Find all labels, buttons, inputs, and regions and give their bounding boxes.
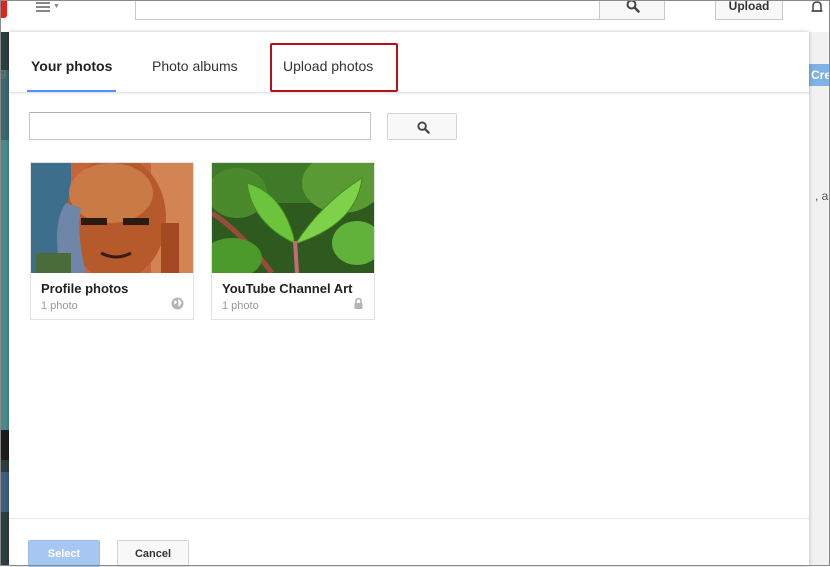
background-left-strip	[0, 32, 9, 566]
background-upload-button[interactable]: Upload	[715, 0, 783, 20]
background-right-text: , an	[815, 189, 830, 203]
search-icon	[417, 121, 430, 134]
globe-icon	[171, 297, 184, 310]
youtube-logo	[0, 0, 7, 18]
background-left-text: g	[0, 67, 7, 79]
photo-search-input[interactable]	[29, 112, 371, 140]
notification-bell-icon[interactable]	[810, 0, 824, 14]
background-masthead: ▼ Upload	[0, 0, 830, 32]
tab-your-photos[interactable]: Your photos	[26, 32, 117, 92]
lock-icon	[354, 297, 363, 309]
album-title: YouTube Channel Art	[222, 281, 353, 296]
photo-picker-dialog: Your photos Photo albums Upload photos P…	[9, 32, 809, 567]
album-photo-count: 1 photo	[41, 300, 78, 312]
cancel-button[interactable]: Cancel	[117, 540, 189, 567]
background-search-button[interactable]	[599, 0, 665, 20]
search-icon	[626, 0, 640, 13]
photo-search-button[interactable]	[387, 113, 457, 140]
tab-photo-albums[interactable]: Photo albums	[152, 32, 238, 92]
background-create-button[interactable]: Cre	[809, 64, 830, 86]
select-button[interactable]: Select	[28, 540, 100, 567]
background-search-input[interactable]	[135, 0, 600, 20]
album-title: Profile photos	[41, 281, 129, 296]
album-thumbnail-youtube-channel-art	[212, 163, 374, 273]
caret-down-icon: ▼	[53, 3, 60, 10]
album-thumbnail-profile-photos	[31, 163, 193, 273]
background-right-strip	[809, 32, 830, 566]
album-card-profile-photos[interactable]: Profile photos 1 photo	[30, 162, 194, 320]
tab-upload-photos[interactable]: Upload photos	[283, 32, 373, 92]
album-card-youtube-channel-art[interactable]: YouTube Channel Art 1 photo	[211, 162, 375, 320]
album-photo-count: 1 photo	[222, 300, 259, 312]
tab-bar: Your photos Photo albums Upload photos	[9, 32, 809, 93]
dialog-footer: Select Cancel	[9, 518, 809, 567]
guide-menu-icon[interactable]	[36, 2, 50, 12]
